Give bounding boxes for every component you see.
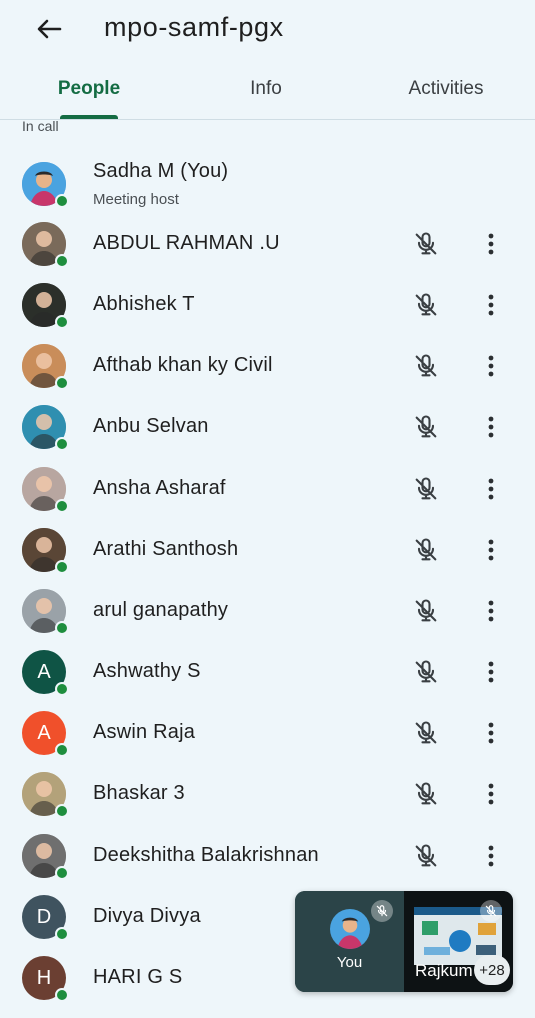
avatar — [22, 405, 69, 451]
online-status-dot — [55, 866, 69, 880]
more-options-icon[interactable] — [478, 777, 504, 811]
participant-name: Arathi Santhosh — [93, 538, 239, 560]
avatar — [22, 834, 69, 880]
tab-people[interactable]: People — [28, 68, 150, 110]
online-status-dot — [55, 437, 69, 451]
tab-activities[interactable]: Activities — [385, 68, 507, 110]
avatar — [22, 344, 69, 390]
participant-row[interactable]: Deekshitha Balakrishnan — [0, 826, 535, 887]
participant-row[interactable]: Afthab khan ky Civil — [0, 336, 535, 397]
participant-role: Meeting host — [93, 191, 179, 208]
participant-row[interactable]: Arathi Santhosh — [0, 520, 535, 581]
participant-row[interactable]: Abhishek T — [0, 275, 535, 336]
online-status-dot — [55, 621, 69, 635]
mic-off-icon[interactable] — [409, 227, 443, 261]
participant-name: Anbu Selvan — [93, 415, 209, 437]
pip-self-tile[interactable]: You — [295, 891, 404, 992]
avatar — [22, 283, 69, 329]
mic-off-icon[interactable] — [409, 349, 443, 383]
pip-self-label: You — [336, 954, 363, 971]
mic-off-icon[interactable] — [409, 777, 443, 811]
online-status-dot — [55, 254, 69, 268]
more-options-icon[interactable] — [478, 594, 504, 628]
pip-self-avatar — [330, 909, 370, 949]
online-status-dot — [55, 376, 69, 390]
more-options-icon[interactable] — [478, 349, 504, 383]
pip-screen-share-tile[interactable]: Rajkum +28 — [404, 891, 513, 992]
participant-name: Aswin Raja — [93, 721, 196, 743]
participant-name: Sadha M (You) — [93, 160, 229, 182]
participant-name: Abhishek T — [93, 293, 195, 315]
active-tab-indicator — [60, 115, 118, 119]
picture-in-picture-tile[interactable]: You Rajkum +28 — [295, 891, 513, 992]
section-label-in-call: In call — [22, 118, 59, 134]
top-app-bar: mpo-samf-pgx — [0, 0, 535, 58]
online-status-dot — [55, 743, 69, 757]
more-options-icon[interactable] — [478, 716, 504, 750]
participant-row[interactable]: A Ashwathy S — [0, 642, 535, 703]
online-status-dot — [55, 927, 69, 941]
mic-off-icon[interactable] — [409, 594, 443, 628]
pip-other-label: Rajkum — [415, 961, 473, 980]
avatar: H — [22, 956, 69, 1002]
participant-name: Afthab khan ky Civil — [93, 354, 273, 376]
participant-row[interactable]: A Aswin Raja — [0, 703, 535, 764]
mic-off-icon — [480, 900, 502, 922]
avatar: D — [22, 895, 69, 941]
online-status-dot — [55, 682, 69, 696]
tab-info[interactable]: Info — [205, 68, 327, 110]
avatar — [22, 589, 69, 635]
avatar — [22, 162, 69, 208]
avatar: A — [22, 711, 69, 757]
online-status-dot — [55, 560, 69, 574]
participant-row[interactable]: Ansha Asharaf — [0, 459, 535, 520]
meeting-code-title: mpo-samf-pgx — [104, 12, 284, 42]
participant-row[interactable]: arul ganapathy — [0, 581, 535, 642]
avatar — [22, 467, 69, 513]
tab-bar: People Info Activities — [0, 68, 535, 120]
avatar — [22, 222, 69, 268]
participant-row[interactable]: ABDUL RAHMAN .U — [0, 214, 535, 275]
mic-off-icon[interactable] — [409, 839, 443, 873]
avatar: A — [22, 650, 69, 696]
more-options-icon[interactable] — [478, 839, 504, 873]
back-button[interactable] — [28, 10, 70, 48]
mic-off-icon[interactable] — [409, 533, 443, 567]
participant-row[interactable]: Anbu Selvan — [0, 397, 535, 458]
more-options-icon[interactable] — [478, 472, 504, 506]
mic-off-icon[interactable] — [409, 655, 443, 689]
more-options-icon[interactable] — [478, 288, 504, 322]
avatar — [22, 772, 69, 818]
avatar — [22, 528, 69, 574]
participant-row[interactable]: Bhaskar 3 — [0, 764, 535, 825]
participant-row-host[interactable]: Sadha M (You) Meeting host — [0, 158, 535, 214]
mic-off-icon[interactable] — [409, 410, 443, 444]
online-status-dot — [55, 804, 69, 818]
more-options-icon[interactable] — [478, 227, 504, 261]
participant-name: arul ganapathy — [93, 599, 229, 621]
online-status-dot — [55, 988, 69, 1002]
mic-off-icon — [371, 900, 393, 922]
more-options-icon[interactable] — [478, 655, 504, 689]
mic-off-icon[interactable] — [409, 472, 443, 506]
more-options-icon[interactable] — [478, 533, 504, 567]
arrow-back-icon — [37, 19, 62, 39]
participant-name: Divya Divya — [93, 905, 201, 927]
participant-name: HARI G S — [93, 966, 183, 988]
participant-name: ABDUL RAHMAN .U — [93, 232, 280, 254]
participant-name: Bhaskar 3 — [93, 782, 185, 804]
participant-name: Ashwathy S — [93, 660, 201, 682]
online-status-dot — [55, 499, 69, 513]
hidden-participants-count[interactable]: +28 — [474, 955, 510, 985]
online-status-dot — [55, 315, 69, 329]
participant-name: Ansha Asharaf — [93, 477, 226, 499]
online-status-dot — [55, 194, 69, 208]
more-options-icon[interactable] — [478, 410, 504, 444]
mic-off-icon[interactable] — [409, 288, 443, 322]
participant-name: Deekshitha Balakrishnan — [93, 844, 319, 866]
mic-off-icon[interactable] — [409, 716, 443, 750]
